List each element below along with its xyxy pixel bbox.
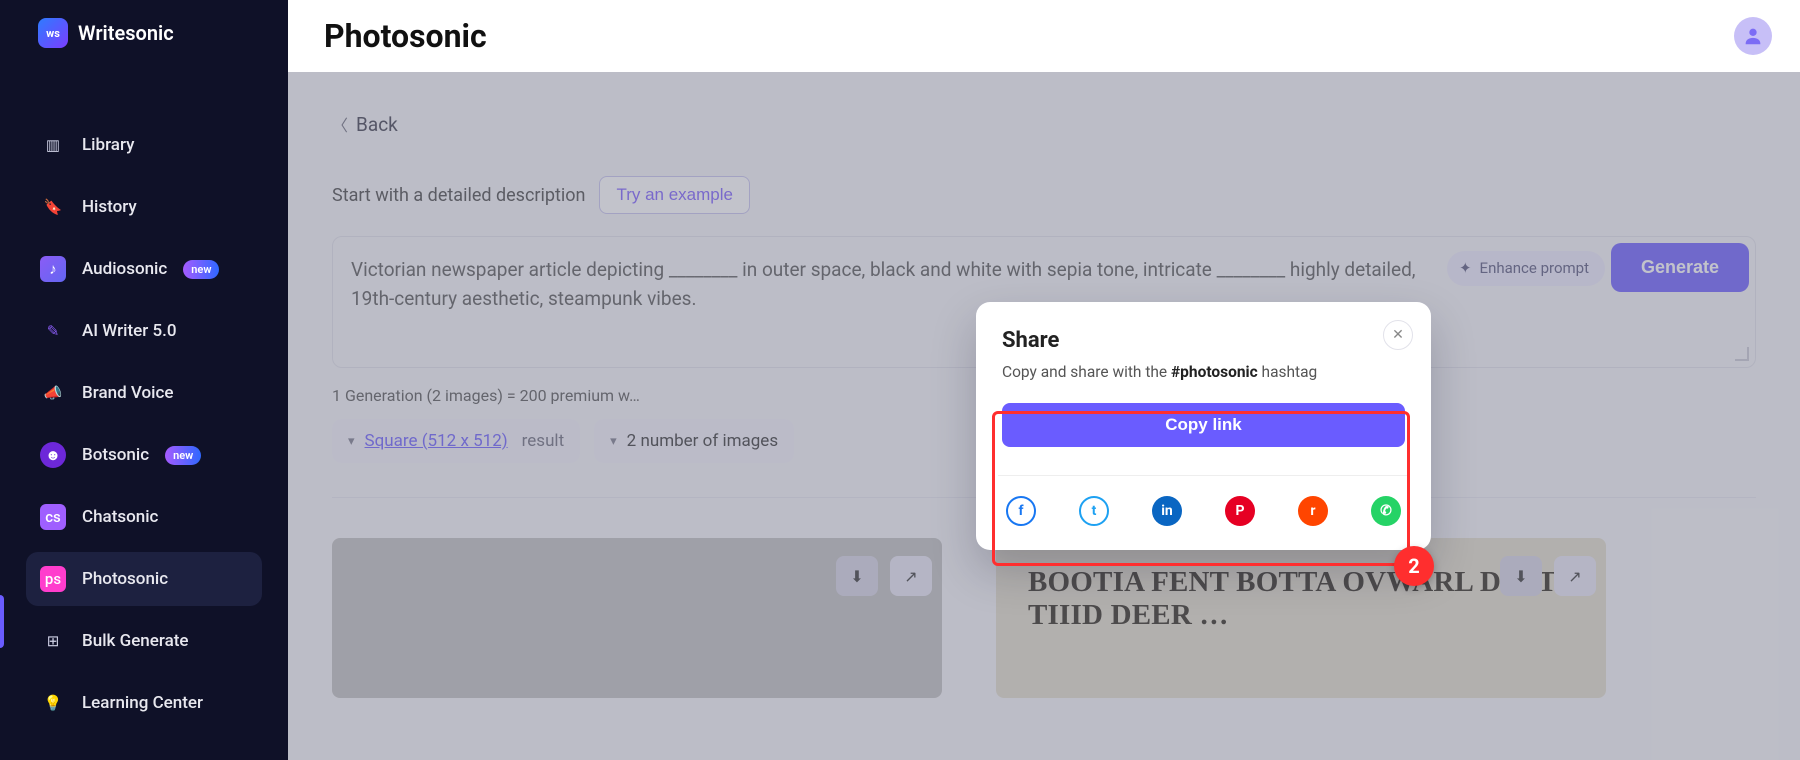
bot-icon: ☻	[40, 442, 66, 468]
new-badge: new	[165, 446, 201, 465]
copy-link-button[interactable]: Copy link	[1002, 403, 1405, 447]
sidebar-item-ai-writer[interactable]: ✎ AI Writer 5.0	[26, 304, 262, 358]
modal-subtitle: Copy and share with the #photosonic hash…	[1002, 363, 1405, 381]
sidebar-item-label: Bulk Generate	[82, 631, 189, 651]
sidebar-item-bulk-generate[interactable]: ⊞ Bulk Generate	[26, 614, 262, 668]
sidebar-item-learning-center[interactable]: 💡 Learning Center	[26, 676, 262, 730]
sidebar-item-history[interactable]: 🔖 History	[26, 180, 262, 234]
sidebar-item-label: Chatsonic	[82, 507, 158, 527]
brand-name: Writesonic	[78, 21, 174, 45]
sidebar-active-stripe	[0, 595, 4, 648]
sidebar-nav: ▥ Library 🔖 History ♪ Audiosonic new ✎ A…	[0, 118, 288, 730]
sidebar-item-label: Audiosonic	[82, 259, 167, 279]
sidebar-item-label: Library	[82, 135, 134, 155]
audio-icon: ♪	[40, 256, 66, 282]
modal-title: Share	[1002, 328, 1405, 353]
brand[interactable]: ws Writesonic	[0, 18, 288, 118]
writer-icon: ✎	[40, 318, 66, 344]
page-title: Photosonic	[324, 17, 487, 55]
sidebar-item-photosonic[interactable]: ps Photosonic	[26, 552, 262, 606]
megaphone-icon: 📣	[40, 380, 66, 406]
brand-logo-icon: ws	[38, 18, 68, 48]
sidebar-item-label: Botsonic	[82, 445, 149, 465]
close-icon: ✕	[1392, 327, 1404, 343]
avatar[interactable]	[1734, 17, 1772, 55]
library-icon: ▥	[40, 132, 66, 158]
sidebar-item-label: Photosonic	[82, 569, 168, 589]
plus-square-icon: ⊞	[40, 628, 66, 654]
social-row: f t in P r ✆	[1002, 496, 1405, 526]
user-icon	[1742, 25, 1764, 47]
topbar: Photosonic	[288, 0, 1800, 72]
sidebar-item-label: AI Writer 5.0	[82, 321, 177, 341]
share-modal: ✕ Share Copy and share with the #photoso…	[976, 302, 1431, 550]
chat-icon: cs	[40, 504, 66, 530]
linkedin-icon[interactable]: in	[1152, 496, 1182, 526]
modal-divider	[998, 475, 1409, 476]
photo-icon: ps	[40, 566, 66, 592]
main: Photosonic 〈 Back Start with a detailed …	[288, 0, 1800, 760]
sidebar: ws Writesonic ▥ Library 🔖 History ♪ Audi…	[0, 0, 288, 760]
sidebar-item-botsonic[interactable]: ☻ Botsonic new	[26, 428, 262, 482]
sidebar-item-library[interactable]: ▥ Library	[26, 118, 262, 172]
modal-sub-post: hashtag	[1258, 363, 1318, 381]
sidebar-item-label: Learning Center	[82, 693, 203, 713]
new-badge: new	[183, 260, 219, 279]
whatsapp-icon[interactable]: ✆	[1371, 496, 1401, 526]
annotation-badge-2: 2	[1394, 546, 1434, 586]
facebook-icon[interactable]: f	[1006, 496, 1036, 526]
sidebar-item-audiosonic[interactable]: ♪ Audiosonic new	[26, 242, 262, 296]
pinterest-icon[interactable]: P	[1225, 496, 1255, 526]
modal-sub-pre: Copy and share with the	[1002, 363, 1171, 381]
sidebar-item-chatsonic[interactable]: cs Chatsonic	[26, 490, 262, 544]
modal-hashtag: #photosonic	[1171, 363, 1258, 381]
bookmark-icon: 🔖	[40, 194, 66, 220]
close-button[interactable]: ✕	[1383, 320, 1413, 350]
sidebar-item-brand-voice[interactable]: 📣 Brand Voice	[26, 366, 262, 420]
reddit-icon[interactable]: r	[1298, 496, 1328, 526]
lightbulb-icon: 💡	[40, 690, 66, 716]
sidebar-item-label: History	[82, 197, 137, 217]
sidebar-item-label: Brand Voice	[82, 383, 173, 403]
twitter-icon[interactable]: t	[1079, 496, 1109, 526]
